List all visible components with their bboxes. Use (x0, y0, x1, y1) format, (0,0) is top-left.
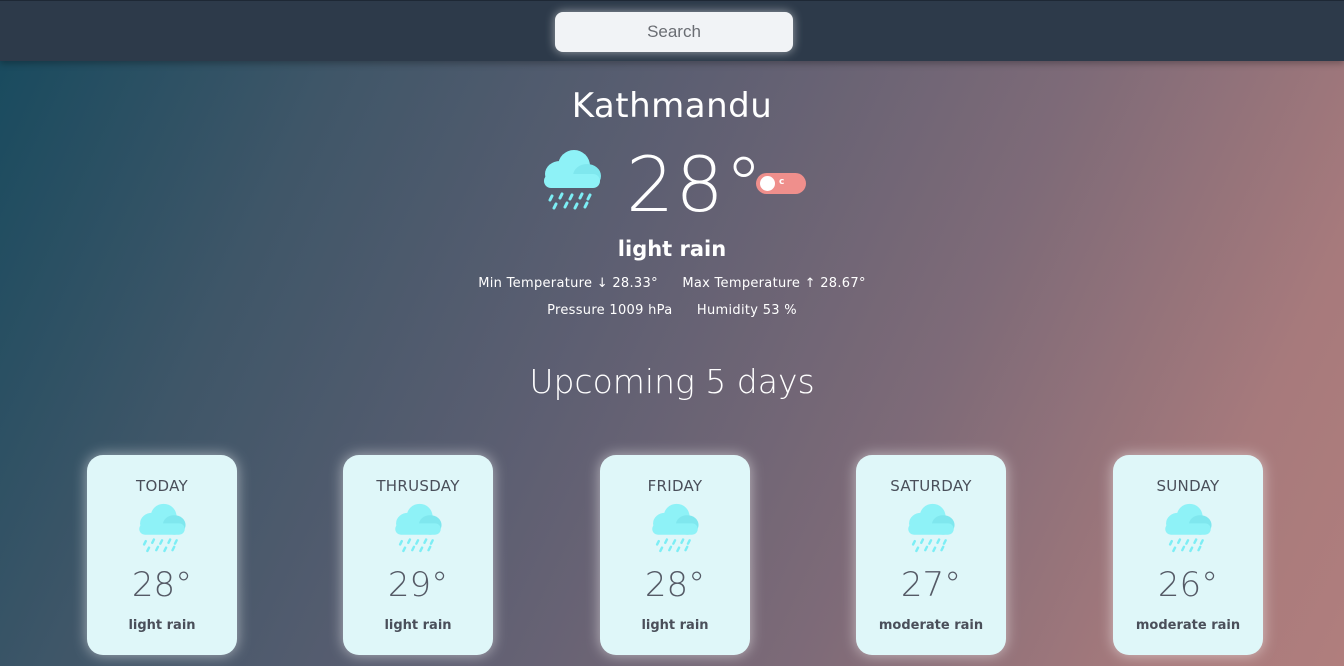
forecast-day: FRIDAY (647, 477, 703, 495)
forecast-day: TODAY (135, 477, 188, 495)
min-temperature: Min Temperature ↓ 28.33° (478, 276, 658, 291)
forecast-day: SATURDAY (890, 477, 972, 495)
forecast-card[interactable]: TODAY 28° light rain (87, 455, 237, 655)
rain-cloud-icon (908, 503, 955, 553)
forecast-heading: Upcoming 5 days (529, 362, 815, 401)
rain-cloud-icon (544, 150, 601, 210)
rain-cloud-icon (652, 503, 699, 553)
forecast-temperature: 27° (900, 565, 962, 605)
current-temperature: 28° (626, 140, 764, 229)
rain-cloud-icon (395, 503, 442, 553)
forecast-description: light rain (641, 618, 709, 633)
toggle-unit-label: c (779, 177, 785, 187)
forecast-day: SUNDAY (1156, 477, 1220, 495)
forecast-card[interactable]: SATURDAY 27° moderate rain (856, 455, 1006, 655)
humidity: Humidity 53 % (696, 303, 797, 318)
rain-cloud-icon (1165, 503, 1212, 553)
rain-cloud-icon (139, 503, 186, 553)
pressure: Pressure 1009 hPa (547, 303, 673, 318)
weather-description: light rain (617, 237, 727, 261)
forecast-description: moderate rain (878, 618, 984, 633)
top-bar (0, 0, 1344, 61)
city-name: Kathmandu (571, 86, 773, 126)
pressure-humidity-row: Pressure 1009 hPa Humidity 53 % (0, 303, 1344, 318)
max-temperature: Max Temperature ↑ 28.67° (682, 276, 866, 291)
search-input[interactable] (555, 12, 793, 52)
forecast-temperature: 29° (387, 565, 449, 605)
unit-toggle[interactable]: c (756, 173, 806, 194)
forecast-card[interactable]: THRUSDAY 29° light rain (343, 455, 493, 655)
forecast-description: light rain (384, 618, 452, 633)
temperature-range-row: Min Temperature ↓ 28.33° Max Temperature… (0, 276, 1344, 291)
forecast-description: moderate rain (1135, 618, 1241, 633)
forecast-temperature: 28° (644, 565, 706, 605)
forecast-day: THRUSDAY (376, 477, 460, 495)
toggle-knob (760, 176, 775, 191)
forecast-description: light rain (128, 618, 196, 633)
forecast-temperature: 28° (131, 565, 193, 605)
forecast-card[interactable]: SUNDAY 26° moderate rain (1113, 455, 1263, 655)
forecast-card[interactable]: FRIDAY 28° light rain (600, 455, 750, 655)
forecast-temperature: 26° (1157, 565, 1219, 605)
